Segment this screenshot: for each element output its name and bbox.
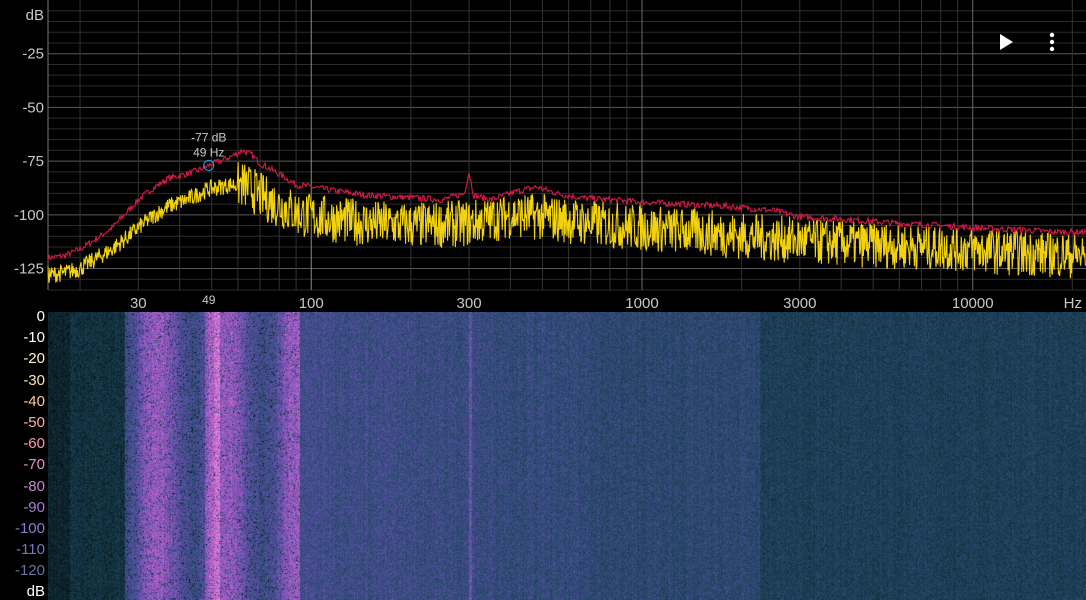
x-tick-label: 300: [457, 295, 482, 312]
spectrogram-scale-label: -110: [16, 541, 45, 559]
more-options-button[interactable]: [1037, 27, 1067, 57]
y-tick-label: -125: [14, 261, 44, 278]
spectrum-background: [0, 0, 1086, 312]
spectrogram-scale-label: -50: [23, 414, 45, 431]
y-tick-label: -75: [22, 153, 44, 170]
spectrogram-unit: dB: [26, 583, 45, 600]
y-tick-label: -100: [14, 207, 44, 224]
spectrum-plot[interactable]: -25-50-75-100-125 30 100 300 1000 3000 10000 …: [0, 0, 1086, 312]
spectrogram-scale-label: -80: [23, 477, 45, 495]
y-tick-label: -25: [22, 46, 44, 63]
y-axis-unit: dB: [26, 7, 44, 24]
spectrogram-scale-label: -70: [23, 456, 45, 474]
spectrogram-waterfall[interactable]: [48, 312, 1086, 600]
spectrogram-scale-label: -20: [23, 350, 45, 368]
spectrogram-scale-label: -30: [23, 371, 45, 389]
spectrogram-scale-label: -60: [23, 435, 45, 453]
x-tick-label: 10000: [952, 295, 994, 312]
x-tick-label: 3000: [783, 295, 816, 312]
x-tick-label: 1000: [625, 295, 658, 312]
play-button[interactable]: [991, 27, 1021, 57]
spectrogram-scale-label: -10: [23, 329, 45, 347]
spectrogram-scale-label: -40: [23, 392, 45, 410]
spectrogram-scale-label: -100: [14, 520, 45, 537]
spectrogram-scale-label: -120: [14, 562, 45, 580]
cursor-db-readout: -77 dB: [191, 130, 226, 144]
cursor-axis-label: 49: [202, 293, 216, 307]
x-tick-label: 30: [130, 295, 147, 312]
spectrogram-scale-label: 0: [36, 308, 45, 325]
spectrogram-scale-label: -90: [23, 498, 45, 516]
x-axis-unit: Hz: [1064, 295, 1082, 312]
spectrogram-panel[interactable]: 0 -10 -20 -30 -40 -50 -60 -70 -80 -90 -100 -110 -120…: [0, 308, 1086, 600]
play-icon: [1000, 34, 1013, 50]
cursor-hz-readout: 49 Hz: [193, 145, 224, 159]
more-vertical-icon: [1049, 32, 1055, 52]
y-tick-label: -50: [22, 99, 44, 116]
x-tick-label: 100: [299, 295, 324, 312]
